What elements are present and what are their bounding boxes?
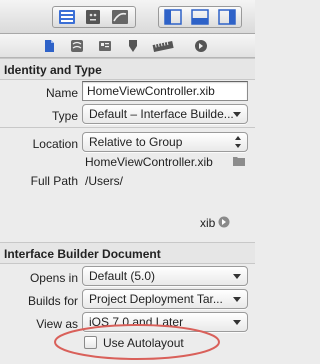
full-path-value: /Users/ [85,174,124,188]
left-panel-icon[interactable] [163,8,183,26]
location-popup[interactable]: Relative to Group [82,132,248,152]
full-path-label: Full Path [30,174,78,188]
chevron-down-icon [233,274,241,279]
reveal-arrow-icon[interactable] [218,216,230,231]
builds-for-value: Project Deployment Tar... [89,292,223,306]
identity-divider [0,127,255,128]
navigator-list-icon[interactable] [57,8,77,26]
type-popup-value: Default – Interface Builde... [89,107,234,121]
folder-icon[interactable] [232,155,246,170]
bottom-panel-icon[interactable] [190,8,210,26]
quick-help-icon[interactable] [70,39,84,53]
file-inspector-icon[interactable] [42,39,56,53]
ib-document-header: Interface Builder Document [0,242,255,264]
attributes-inspector-icon[interactable] [126,39,140,53]
chevron-down-icon [233,320,241,325]
inspector-tab-bar [0,34,255,58]
builds-for-popup[interactable]: Project Deployment Tar... [82,289,248,309]
opens-in-label: Opens in [29,271,78,285]
location-path: HomeViewController.xib [85,155,213,169]
updown-arrows-icon [235,136,241,148]
size-inspector-icon[interactable] [152,39,174,53]
right-panel-icon[interactable] [217,8,237,26]
connections-inspector-icon[interactable] [194,39,208,53]
identity-inspector-icon[interactable] [98,39,112,53]
builds-for-label: Builds for [27,294,78,308]
opens-in-value: Default (5.0) [89,269,156,283]
identity-and-type-header: Identity and Type [0,58,255,80]
full-path-tail: xib [200,216,216,230]
name-label: Name [45,86,78,100]
type-popup[interactable]: Default – Interface Builde... [82,104,248,124]
version-editor-icon[interactable] [110,8,130,26]
opens-in-popup[interactable]: Default (5.0) [82,266,248,286]
location-popup-value: Relative to Group [89,135,183,149]
type-label: Type [51,109,78,123]
location-label: Location [32,137,78,151]
utilities-panel-icon[interactable] [83,8,103,26]
name-field[interactable]: HomeViewController.xib [82,81,248,101]
highlight-circle [54,324,220,360]
inspector-top-toolbar [0,0,255,34]
chevron-down-icon [233,112,241,117]
chevron-down-icon [233,297,241,302]
